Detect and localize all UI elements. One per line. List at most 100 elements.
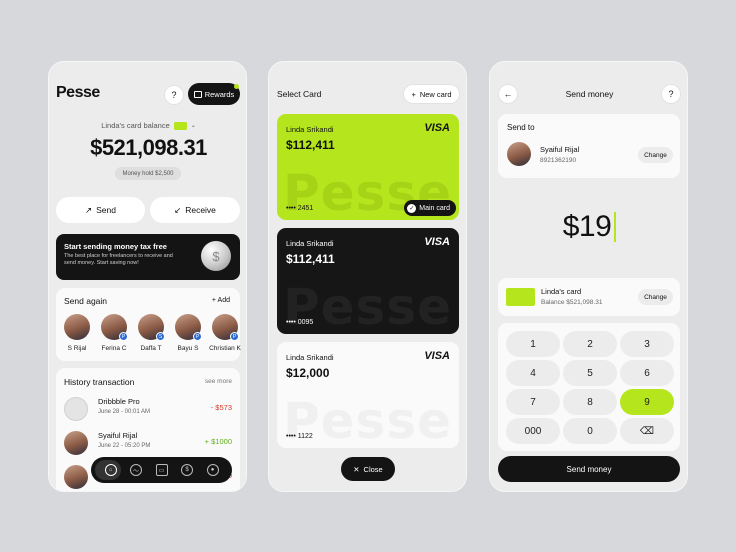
notification-dot bbox=[234, 84, 239, 89]
contact-name: S Rijal bbox=[67, 345, 87, 352]
send-to-label: Send to bbox=[507, 123, 535, 132]
activity-icon[interactable]: 〜 bbox=[130, 464, 142, 476]
contact-name: Christian K bbox=[209, 345, 241, 352]
send-money-button[interactable]: Send money bbox=[498, 456, 680, 482]
plus-icon: + bbox=[411, 89, 416, 99]
keypad-key[interactable]: 4 bbox=[506, 360, 560, 386]
card-chip-icon bbox=[506, 288, 535, 306]
card-chip-icon bbox=[173, 121, 187, 130]
source-card-balance: Balance $521,098.31 bbox=[541, 299, 603, 306]
promo-title: Start sending money tax free bbox=[64, 242, 167, 251]
transaction-date: June 28 - 00:01 AM bbox=[98, 409, 151, 415]
page-title: Select Card bbox=[277, 89, 322, 99]
close-button[interactable]: ✕ Close bbox=[341, 457, 395, 481]
keypad-key[interactable]: 7 bbox=[506, 389, 560, 415]
transaction-title: Syaiful Rijal bbox=[98, 431, 138, 440]
payment-badge-icon: P bbox=[230, 332, 239, 341]
text-cursor bbox=[614, 212, 617, 242]
help-icon[interactable]: ? bbox=[164, 85, 184, 105]
dribbble-icon bbox=[64, 397, 88, 421]
change-recipient-button[interactable]: Change bbox=[638, 147, 673, 163]
cards-icon[interactable]: ▭ bbox=[155, 464, 168, 476]
money-hold-badge: Money hold $2,500 bbox=[115, 167, 181, 180]
close-icon: ✕ bbox=[353, 464, 360, 474]
check-icon: ✓ bbox=[407, 203, 417, 213]
receive-button[interactable]: ↙ Receive bbox=[150, 197, 240, 223]
amount-display: $19 bbox=[490, 210, 687, 244]
card-main[interactable]: Pesse Linda Srikandi $112,411 VISA •••• … bbox=[277, 114, 459, 220]
visa-logo: VISA bbox=[424, 350, 450, 362]
contact-avatar[interactable] bbox=[64, 314, 90, 340]
source-card-name: Linda's card bbox=[541, 287, 582, 296]
card-balance: $112,411 bbox=[286, 252, 335, 266]
recipient-panel: Send to Syaiful Rijal 8921362190 Change bbox=[498, 114, 680, 178]
keypad-key[interactable]: 8 bbox=[563, 389, 617, 415]
card-black[interactable]: Pesse Linda Srikandi $112,411 VISA •••• … bbox=[277, 228, 459, 334]
profile-icon[interactable]: ● bbox=[206, 464, 219, 476]
transaction-amount: - $573 bbox=[210, 403, 232, 412]
keypad-key[interactable]: 3 bbox=[620, 331, 674, 357]
card-balance: $12,000 bbox=[286, 366, 330, 380]
chevron-down-icon: ⌄ bbox=[190, 123, 196, 129]
new-card-button[interactable]: + New card bbox=[403, 84, 460, 104]
dollar-icon[interactable]: $ bbox=[181, 464, 193, 476]
keypad-key[interactable]: 9 bbox=[620, 389, 674, 415]
keypad-key[interactable]: 000 bbox=[506, 418, 560, 444]
transaction-title: Dribbble Pro bbox=[98, 397, 140, 406]
keypad-key[interactable]: 2 bbox=[563, 331, 617, 357]
keypad-key[interactable]: 5 bbox=[563, 360, 617, 386]
recipient-name: Syaiful Rijal bbox=[540, 145, 580, 154]
coin-image: $ bbox=[201, 241, 231, 271]
home-icon[interactable]: ⌂ bbox=[104, 464, 117, 476]
app-logo: Pesse bbox=[56, 84, 100, 101]
balance-amount: $521,098.31 bbox=[90, 135, 207, 160]
card-number: •••• 1122 bbox=[286, 433, 313, 440]
card-holder: Linda Srikandi bbox=[286, 239, 334, 248]
recipient-avatar bbox=[507, 142, 531, 166]
change-card-button[interactable]: Change bbox=[638, 289, 673, 305]
transaction-avatar bbox=[64, 431, 88, 455]
visa-logo: VISA bbox=[424, 122, 450, 134]
source-card-panel: Linda's card Balance $521,098.31 Change bbox=[498, 278, 680, 316]
see-more-link[interactable]: see more bbox=[205, 378, 232, 385]
home-screen: Pesse ? Rewards Linda's card balance ⌄ $… bbox=[48, 61, 247, 492]
main-card-badge: ✓ Main card bbox=[404, 200, 456, 216]
recipient-phone: 8921362190 bbox=[540, 157, 577, 164]
visa-logo: VISA bbox=[424, 236, 450, 248]
backspace-icon[interactable]: ⌫ bbox=[620, 418, 674, 444]
keypad-key[interactable]: 0 bbox=[563, 418, 617, 444]
balance-caption-row[interactable]: Linda's card balance ⌄ bbox=[49, 121, 246, 130]
contact-name: Ferina C bbox=[101, 345, 127, 352]
help-icon[interactable]: ? bbox=[661, 84, 681, 104]
amount-value: $19 bbox=[562, 210, 612, 243]
arrow-down-left-icon: ↙ bbox=[174, 204, 182, 215]
promo-text: The best place for freelancers to receiv… bbox=[64, 253, 173, 267]
transaction-date: June 22 - 05:20 PM bbox=[98, 443, 151, 449]
payment-badge-icon: P bbox=[119, 332, 128, 341]
rewards-button[interactable]: Rewards bbox=[188, 83, 240, 105]
page-title: Send money bbox=[565, 89, 614, 99]
gift-icon bbox=[193, 90, 202, 98]
contact-name: Daffa T bbox=[140, 345, 162, 352]
promo-banner[interactable]: Start sending money tax free The best pl… bbox=[56, 234, 240, 280]
contact-name: Bayu S bbox=[177, 345, 199, 352]
card-balance: $112,411 bbox=[286, 138, 335, 152]
keypad-key[interactable]: 6 bbox=[620, 360, 674, 386]
card-holder: Linda Srikandi bbox=[286, 125, 334, 134]
transaction-amount: + $1000 bbox=[204, 437, 232, 446]
card-number: •••• 0095 bbox=[286, 319, 314, 326]
arrow-up-right-icon: ↗ bbox=[85, 204, 93, 215]
payment-badge-icon: S bbox=[156, 332, 165, 341]
history-title: History transaction bbox=[64, 377, 135, 387]
card-white[interactable]: Pesse Linda Srikandi $12,000 VISA •••• 1… bbox=[277, 342, 459, 448]
card-number: •••• 2451 bbox=[286, 205, 314, 212]
payment-badge-icon: P bbox=[193, 332, 202, 341]
send-again-panel: Send again + Add S Rijal P Ferina C S Daffa … bbox=[56, 288, 241, 361]
keypad-key[interactable]: 1 bbox=[506, 331, 560, 357]
send-button[interactable]: ↗ Send bbox=[56, 197, 145, 223]
send-money-screen: ← Send money ? Send to Syaiful Rijal 892… bbox=[489, 61, 688, 492]
add-contact-button[interactable]: + Add bbox=[212, 297, 230, 304]
transaction-avatar bbox=[64, 465, 88, 489]
select-card-screen: Select Card + New card Pesse Linda Srikan… bbox=[268, 61, 467, 492]
numeric-keypad: 1 2 3 4 5 6 7 8 9 000 0 ⌫ bbox=[498, 323, 680, 451]
